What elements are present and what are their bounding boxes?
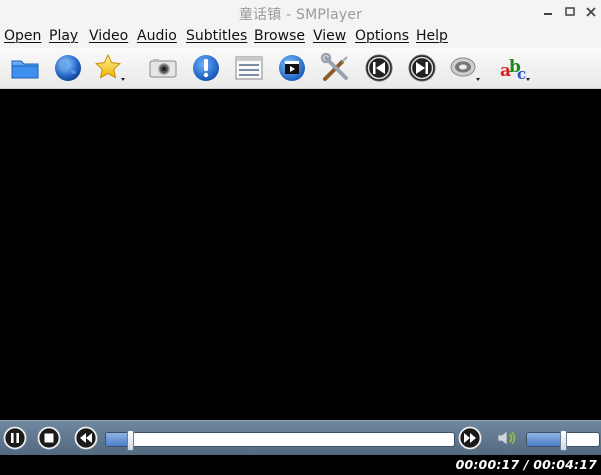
seek-bar[interactable] (105, 430, 455, 451)
svg-text:c: c (517, 65, 526, 83)
favorites-star-icon[interactable] (94, 52, 126, 84)
menu-video[interactable]: Video (89, 28, 128, 44)
close-icon[interactable] (582, 2, 601, 22)
menu-options[interactable]: Options (355, 28, 409, 44)
title-bar: 童话镇 - SMPlayer (0, 0, 601, 25)
rewind-button[interactable] (74, 426, 98, 450)
forward-button[interactable] (458, 426, 482, 450)
maximize-icon[interactable] (561, 2, 581, 22)
menu-view[interactable]: View (313, 28, 346, 44)
menu-play[interactable]: Play (49, 28, 78, 44)
volume-level (527, 433, 563, 446)
volume-slider[interactable] (526, 430, 600, 451)
tools-icon[interactable] (320, 52, 352, 84)
menu-open[interactable]: Open (4, 28, 41, 44)
open-folder-icon[interactable] (9, 52, 41, 84)
screenshot-camera-icon[interactable] (147, 52, 179, 84)
window-title: 童话镇 - SMPlayer (238, 7, 363, 23)
previous-icon[interactable] (363, 52, 395, 84)
video-area[interactable] (0, 89, 601, 420)
minimize-icon[interactable] (539, 2, 559, 22)
speaker-icon[interactable] (494, 426, 518, 450)
info-icon[interactable] (190, 52, 222, 84)
pause-button[interactable] (3, 426, 27, 450)
audio-track-icon[interactable] (449, 52, 481, 84)
seek-handle[interactable] (126, 430, 134, 451)
video-preferences-icon[interactable] (276, 52, 308, 84)
menu-audio[interactable]: Audio (137, 28, 177, 44)
globe-icon[interactable] (52, 52, 84, 84)
next-icon[interactable] (406, 52, 438, 84)
time-display: 00:00:17 / 00:04:17 (455, 457, 597, 472)
menu-help[interactable]: Help (416, 28, 448, 44)
menu-browse[interactable]: Browse (254, 28, 305, 44)
playlist-icon[interactable] (233, 52, 265, 84)
subtitle-icon[interactable]: a b c (499, 52, 531, 84)
toolbar: a b c (0, 48, 601, 89)
volume-handle[interactable] (560, 430, 567, 451)
menu-bar: Open Play Video Audio Subtitles Browse V… (0, 25, 601, 48)
status-bar: 00:00:17 / 00:04:17 (0, 455, 601, 475)
menu-subtitles[interactable]: Subtitles (186, 28, 247, 44)
control-bar (0, 420, 601, 455)
stop-button[interactable] (37, 426, 61, 450)
